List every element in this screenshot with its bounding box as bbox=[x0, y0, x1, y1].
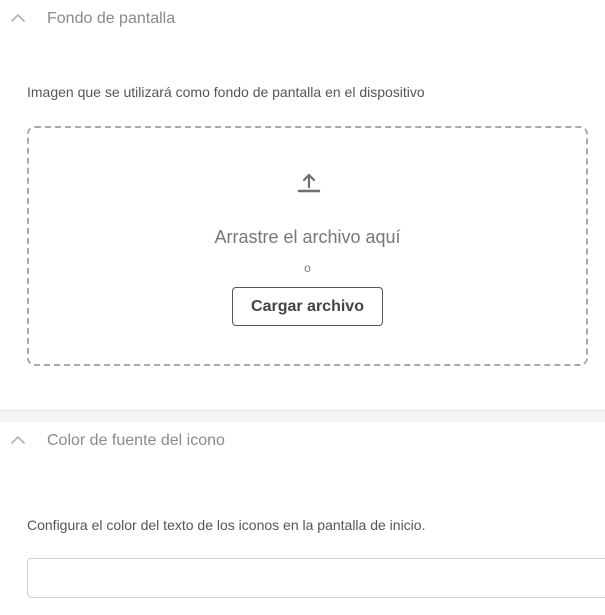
icon-font-color-section-title: Color de fuente del icono bbox=[47, 432, 225, 449]
icon-font-color-input[interactable] bbox=[27, 558, 605, 598]
upload-file-button[interactable]: Cargar archivo bbox=[232, 287, 383, 326]
file-dropzone[interactable]: Arrastre el archivo aquí o Cargar archiv… bbox=[27, 126, 588, 366]
or-separator-text: o bbox=[304, 261, 311, 275]
icon-font-color-section-header[interactable]: Color de fuente del icono bbox=[0, 422, 605, 460]
upload-icon bbox=[295, 169, 323, 197]
wallpaper-description: Imagen que se utilizará como fondo de pa… bbox=[27, 84, 425, 100]
icon-font-color-description: Configura el color del texto de los icon… bbox=[27, 517, 426, 533]
wallpaper-section: Fondo de pantalla Imagen que se utilizar… bbox=[0, 0, 605, 410]
chevron-up-icon[interactable] bbox=[10, 433, 26, 447]
drag-file-text: Arrastre el archivo aquí bbox=[214, 227, 401, 247]
chevron-up-icon[interactable] bbox=[10, 11, 26, 25]
settings-page: Fondo de pantalla Imagen que se utilizar… bbox=[0, 0, 605, 615]
icon-font-color-section: Color de fuente del icono Configura el c… bbox=[0, 422, 605, 615]
section-divider bbox=[0, 410, 605, 422]
wallpaper-section-header[interactable]: Fondo de pantalla bbox=[0, 0, 605, 38]
wallpaper-section-title: Fondo de pantalla bbox=[47, 10, 176, 27]
